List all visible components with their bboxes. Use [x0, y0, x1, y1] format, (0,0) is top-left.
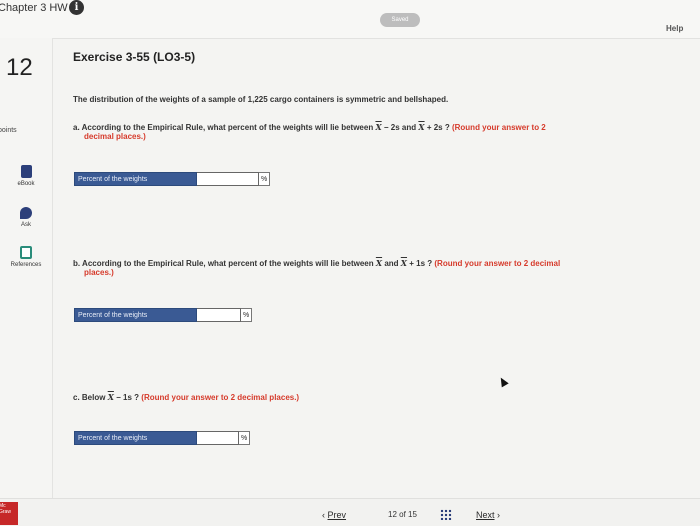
ebook-icon	[20, 165, 32, 178]
answer-label: Percent of the weights	[74, 431, 197, 445]
question-a-mid: + 2s ?	[426, 123, 450, 132]
help-link[interactable]: Help	[666, 24, 683, 33]
page-indicator: 12 of 15	[388, 510, 417, 519]
ask-icon	[20, 207, 32, 219]
total-questions: 15	[408, 510, 417, 519]
assignment-title: Chapter 3 HW	[0, 2, 68, 14]
current-question: 12	[388, 510, 397, 519]
question-b-mid: and	[384, 259, 399, 268]
mouse-cursor-icon	[497, 375, 509, 388]
question-c: c. Below X − 1s ? (Round your answer to …	[73, 392, 573, 402]
question-c-mid: − 1s ?	[116, 393, 140, 402]
answer-row-c: Percent of the weights %	[74, 431, 251, 445]
x-bar: X	[400, 258, 408, 268]
next-label: Next	[476, 510, 495, 520]
references-icon	[20, 246, 32, 259]
question-b-prefix: b. According to the Empirical Rule, what…	[73, 259, 374, 268]
prev-button[interactable]: ‹ Prev	[322, 510, 346, 520]
of-label: of	[399, 510, 406, 519]
x-bar: X	[107, 392, 114, 402]
info-icon[interactable]: i	[69, 0, 84, 15]
rounding-instruction: (Round your answer to 2 decimal places.)	[141, 393, 300, 402]
question-a: a. According to the Empirical Rule, what…	[73, 122, 673, 141]
question-c-prefix: c. Below	[73, 393, 106, 402]
percent-unit: %	[259, 172, 271, 186]
question-number: 12	[6, 54, 33, 81]
answer-input-c[interactable]	[197, 431, 239, 445]
sidebar-item-label: Ask	[20, 222, 31, 228]
x-bar: X	[418, 122, 425, 132]
x-bar: X	[375, 258, 383, 268]
sidebar	[0, 38, 53, 525]
rounding-instruction: places.)	[84, 268, 114, 277]
next-button[interactable]: Next ›	[476, 510, 500, 520]
chevron-left-icon: ‹	[322, 510, 325, 520]
answer-input-b[interactable]	[197, 308, 241, 322]
answer-row-a: Percent of the weights %	[74, 172, 271, 186]
exercise-description: The distribution of the weights of a sam…	[73, 95, 449, 104]
exercise-title: Exercise 3-55 (LO3-5)	[73, 50, 196, 64]
answer-row-b: Percent of the weights %	[74, 308, 253, 322]
rounding-instruction: (Round your answer to 2	[451, 123, 546, 132]
question-b: b. According to the Empirical Rule, what…	[73, 258, 683, 277]
question-a-mid: − 2s and	[383, 123, 417, 132]
answer-input-a[interactable]	[197, 172, 259, 186]
question-a-prefix: a. According to the Empirical Rule, what…	[73, 123, 374, 132]
x-bar: X	[375, 122, 382, 132]
percent-unit: %	[239, 431, 251, 445]
sidebar-item-label: eBook	[17, 181, 35, 187]
question-b-mid: + 1s ?	[409, 259, 433, 268]
sidebar-item-references[interactable]: References	[0, 246, 52, 268]
answer-label: Percent of the weights	[74, 172, 197, 186]
prev-label: Prev	[327, 510, 347, 520]
saved-status-badge: Saved	[380, 13, 420, 27]
sidebar-item-ask[interactable]: Ask	[0, 207, 52, 228]
points-label: points	[0, 127, 17, 134]
rounding-instruction: (Round your answer to 2 decimal	[434, 259, 561, 268]
rounding-instruction: decimal places.)	[84, 132, 146, 141]
grid-icon[interactable]	[440, 509, 452, 520]
publisher-logo: Mc Graw	[0, 502, 18, 525]
chevron-right-icon: ›	[497, 510, 501, 520]
bottom-bar	[0, 498, 700, 526]
sidebar-item-label: References	[10, 262, 42, 268]
top-bar	[0, 0, 700, 39]
sidebar-item-ebook[interactable]: eBook	[0, 165, 52, 187]
answer-label: Percent of the weights	[74, 308, 197, 322]
percent-unit: %	[241, 308, 253, 322]
